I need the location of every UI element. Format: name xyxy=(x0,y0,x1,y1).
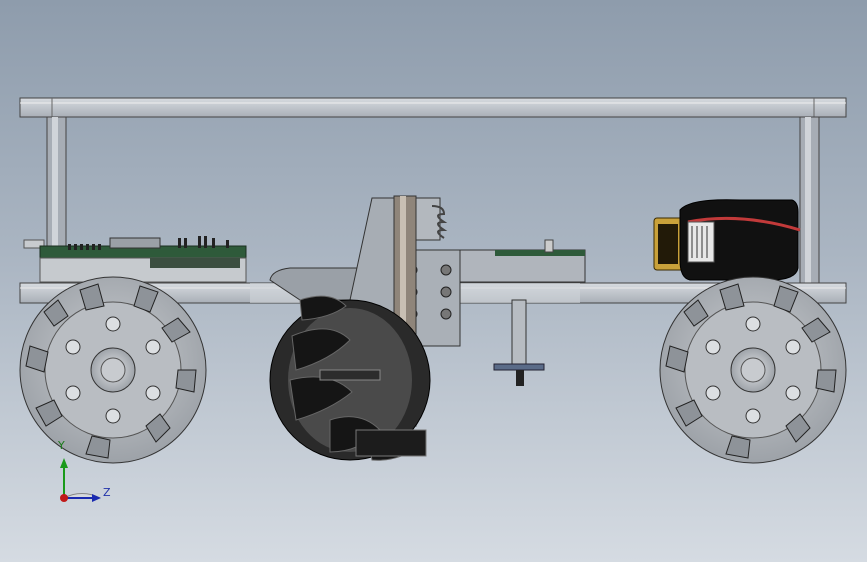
standoff-right[interactable] xyxy=(799,116,820,284)
y-axis-label: Y xyxy=(58,439,65,452)
robot-assembly-scene[interactable] xyxy=(0,0,867,562)
z-axis-label: Z xyxy=(103,486,111,499)
top-plate[interactable] xyxy=(19,97,847,118)
axis-triad xyxy=(60,458,101,502)
x-axis-origin xyxy=(60,494,68,502)
mecanum-wheel-right[interactable] xyxy=(659,276,847,464)
cad-viewport[interactable]: Y Z xyxy=(0,0,867,562)
mecanum-wheel-left[interactable] xyxy=(19,276,207,464)
battery-pack[interactable] xyxy=(653,199,801,281)
